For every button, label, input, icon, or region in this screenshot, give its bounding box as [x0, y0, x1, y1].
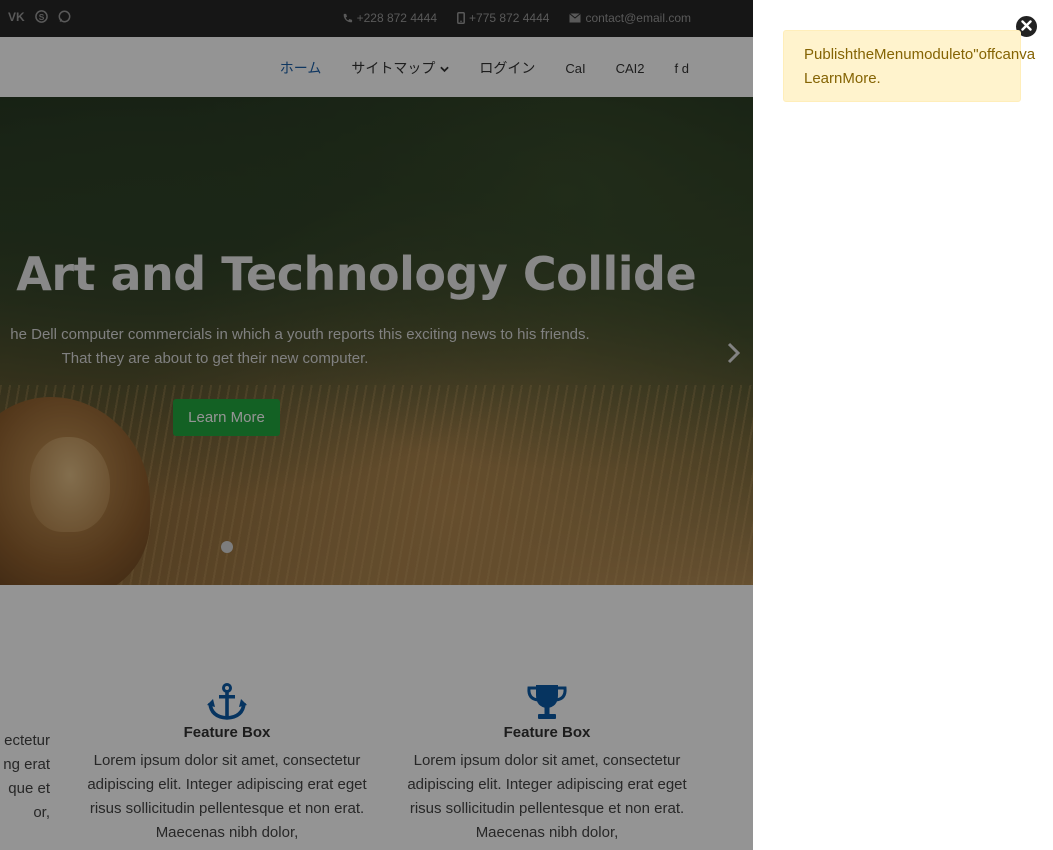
dim-overlay[interactable] — [0, 0, 753, 850]
alert-learn-more[interactable]: LearnMore. — [804, 67, 1020, 91]
close-icon — [1021, 19, 1032, 34]
offcanvas-panel: PublishtheMenumoduleto"offcanva LearnMor… — [753, 0, 1053, 850]
offcanvas-alert: PublishtheMenumoduleto"offcanva LearnMor… — [783, 30, 1036, 102]
website-background: VK S +228 872 4444 +775 872 4444 contact… — [0, 0, 753, 850]
alert-message: PublishtheMenumoduleto"offcanva — [804, 46, 1036, 63]
